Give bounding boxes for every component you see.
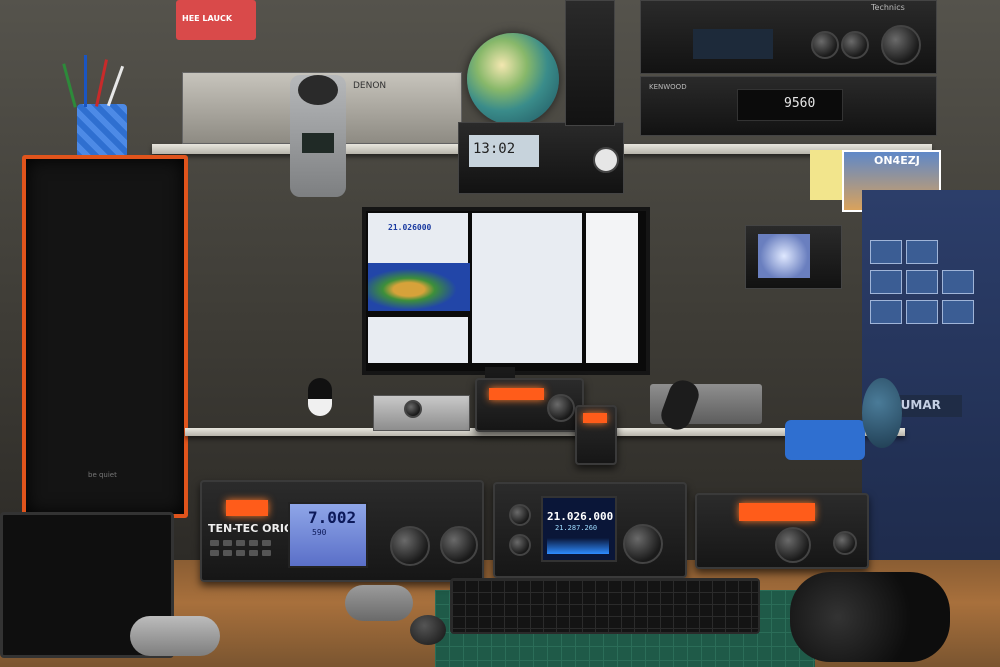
- clock-display: 13:02: [473, 141, 516, 157]
- tuner-display-text: 9560: [784, 96, 816, 111]
- scope-screen: [758, 234, 810, 278]
- case-brand: be quiet: [88, 471, 117, 479]
- orion-main-display: 7.002 590: [288, 502, 368, 568]
- icom-transceiver: 21.026.000 21.287.260: [493, 482, 687, 578]
- denon-label: DENON: [353, 81, 387, 91]
- right-transceiver-knob: [775, 527, 811, 563]
- orion-frequency: 7.002: [308, 508, 357, 527]
- tentec-orion-transceiver: TEN-TEC ORION 7.002 590: [200, 480, 484, 582]
- morse-paddle: [130, 616, 220, 656]
- technics-volume-knob: [881, 25, 921, 65]
- icom-display: 21.026.000 21.287.260: [541, 496, 617, 562]
- logging-window: 21.026000: [368, 213, 468, 263]
- technics-display: [693, 29, 773, 59]
- icom-rf-knob: [509, 534, 531, 556]
- kenwood-label: KENWOOD: [649, 83, 687, 91]
- icom-spectrum: [547, 538, 609, 554]
- recorder-screen: [302, 133, 334, 153]
- windscreen: [298, 75, 338, 105]
- icom-vfo-knob: [623, 524, 663, 564]
- globe: [467, 33, 559, 125]
- spot-window: [368, 317, 468, 363]
- monitor-frequency: 21.026000: [388, 223, 432, 232]
- orion-sub-frequency: 590: [312, 528, 327, 537]
- sticker: HEE LAUCK: [176, 0, 256, 40]
- clock-lcd: 13:02: [469, 135, 539, 167]
- pens: [62, 55, 132, 108]
- headphones: [790, 572, 950, 662]
- technics-label: Technics: [871, 3, 905, 12]
- icom-frequency-sub: 21.287.260: [555, 524, 598, 532]
- band-list-window: [586, 213, 638, 363]
- blue-clamps: [785, 420, 865, 460]
- switch-box: [373, 395, 470, 431]
- clock-button: [593, 147, 619, 173]
- small-transceiver-knob: [547, 394, 575, 422]
- orion-small-display: [226, 500, 268, 516]
- sticky-note: [810, 150, 842, 200]
- tuner-display: 9560: [737, 89, 843, 121]
- switch-knob: [404, 400, 422, 418]
- kenwood-tuner: KENWOOD 9560: [640, 76, 937, 136]
- greyline-map: [368, 263, 470, 311]
- technics-amplifier: Technics: [640, 0, 937, 74]
- handheld-display: [583, 413, 607, 423]
- ham-radio-station-photo: DENON HEE LAUCK 13:02 Technics KENWOOD 9…: [0, 0, 1000, 667]
- orion-vfo-knob: [390, 526, 430, 566]
- audio-recorder: [290, 75, 346, 197]
- orion-subvfo-knob: [440, 526, 478, 564]
- icom-af-knob: [509, 504, 531, 526]
- panadapter-scope: [745, 225, 842, 289]
- keyboard: [450, 578, 760, 634]
- technics-knob-2: [841, 31, 869, 59]
- right-transceiver-display: [739, 503, 815, 521]
- qsl-callsign: ON4EZJ: [874, 154, 920, 167]
- pc-tower-case: be quiet: [22, 155, 188, 518]
- small-transceiver-display: [489, 388, 544, 400]
- handheld-radio: [575, 405, 617, 465]
- right-transceiver: [695, 493, 869, 569]
- pc-tower-small: [565, 0, 615, 126]
- pen-cup: [77, 104, 127, 158]
- penguin-figure: [308, 378, 332, 416]
- weather-clock: 13:02: [458, 122, 624, 194]
- foot-switch: [410, 615, 446, 645]
- icom-frequency-main: 21.026.000: [547, 510, 614, 523]
- main-log-window: [472, 213, 582, 363]
- sticker-text: HEE LAUCK: [182, 14, 233, 23]
- technics-knob-1: [811, 31, 839, 59]
- hand-microphone: [345, 585, 413, 621]
- small-transceiver: [475, 378, 584, 432]
- right-transceiver-knob-small: [833, 531, 857, 555]
- blue-plush-toy: [862, 378, 902, 448]
